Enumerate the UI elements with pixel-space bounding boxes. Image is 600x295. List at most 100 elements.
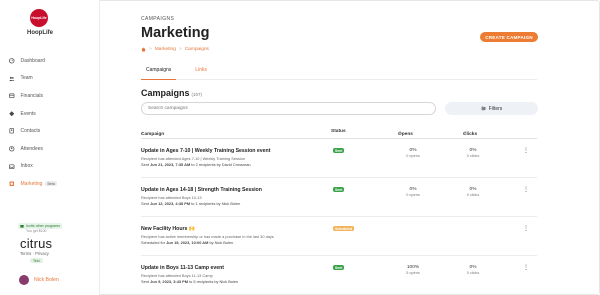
terms-link[interactable]: Terms <box>20 251 31 256</box>
invite-label: Invite other programs <box>26 224 60 228</box>
campaign-recipients: Recipient has attended Boys 11-13 Camp <box>141 273 213 278</box>
campaign-sent-info: Sent Jun 12, 2023, 4:38 PM to 1 recipien… <box>141 201 240 206</box>
sidebar-item-label: Team <box>20 75 33 82</box>
sort-icon: ⇕ <box>463 132 468 137</box>
table-row[interactable]: Update in Ages 7-10 | Weekly Training Se… <box>141 139 537 178</box>
more-options-icon[interactable]: ⋮ <box>523 264 529 271</box>
sent-rest: to 1 recipients by Nick Bolen <box>191 201 241 206</box>
team-icon <box>9 76 15 82</box>
breadcrumb: > Marketing > Campaigns <box>141 47 209 52</box>
brand-name: HoopLife <box>27 30 53 36</box>
sidebar-item-label: Events <box>20 110 36 117</box>
legal-links: Terms · Privacy <box>20 251 49 256</box>
campaign-recipients: Recipient has attended Ages 7-10 | Weekl… <box>141 156 246 161</box>
clicks-percent: 0% <box>469 148 477 153</box>
inbox-icon <box>9 164 15 170</box>
table-row[interactable]: Update in Boys 11-13 Camp event Recipien… <box>141 256 537 295</box>
sidebar-item-label: Attendees <box>20 145 44 152</box>
search-input[interactable] <box>141 102 436 115</box>
sidebar-item-team[interactable]: Team <box>0 70 100 88</box>
opens-count: 0 opens <box>406 154 420 158</box>
breadcrumb-campaigns[interactable]: Campaigns <box>185 47 209 52</box>
tab-campaigns[interactable]: Campaigns <box>141 63 177 80</box>
more-options-icon[interactable]: ⋮ <box>523 225 529 232</box>
table-row[interactable]: Update in Ages 14-18 | Strength Training… <box>141 178 537 217</box>
sort-icon: ⇕ <box>398 132 403 137</box>
sidebar-item-inbox[interactable]: Inbox <box>0 158 100 176</box>
sent-date: Jun 9, 2023, 3:43 PM <box>150 279 188 284</box>
sidebar-item-label: Inbox <box>20 163 33 170</box>
clicks-count: 0 clicks <box>466 154 480 158</box>
sent-label: Sent <box>141 162 150 167</box>
more-options-icon[interactable]: ⋮ <box>523 147 529 154</box>
campaign-count: (107) <box>191 92 203 97</box>
opens-count: 5 opens <box>406 271 420 275</box>
sidebar-item-label: Financials <box>20 92 44 99</box>
sent-label: Sent <box>141 201 150 206</box>
column-status[interactable]: Status <box>331 129 346 134</box>
sidebar-item-dashboard[interactable]: Dashboard <box>0 52 100 70</box>
sent-date: Jun 12, 2023, 4:38 PM <box>150 201 191 206</box>
privacy-link[interactable]: Privacy <box>35 251 49 256</box>
test-mode-badge: Test <box>30 258 43 263</box>
sidebar-item-financials[interactable]: Financials <box>0 87 100 105</box>
breadcrumb-separator: > <box>178 47 182 52</box>
tab-bar: Campaigns Links <box>141 63 537 80</box>
sent-rest: by Nick Bolen <box>209 240 234 245</box>
sidebar-item-contacts[interactable]: Contacts <box>0 122 100 140</box>
sidebar-item-label: Dashboard <box>20 57 45 64</box>
sent-label: Scheduled for <box>141 240 166 245</box>
dashboard-icon <box>9 58 15 64</box>
sidebar-item-attendees[interactable]: Attendees <box>0 140 100 158</box>
tab-links[interactable]: Links <box>190 63 212 80</box>
user-name: Nick Bolen <box>34 277 59 283</box>
contacts-icon <box>9 128 15 134</box>
events-icon <box>9 111 15 117</box>
marketing-icon <box>9 181 15 187</box>
create-campaign-button[interactable]: CREATE CAMPAIGN <box>480 32 538 42</box>
campaign-name[interactable]: Update in Ages 14-18 | Strength Training… <box>141 187 262 193</box>
campaign-recipients: Recipient has active membership or has m… <box>141 234 274 239</box>
sidebar-item-label: Marketing <box>20 180 43 187</box>
filters-button[interactable]: Filters <box>445 102 538 115</box>
opens-percent: 0% <box>409 187 417 192</box>
campaign-name[interactable]: Update in Boys 11-13 Camp event <box>141 265 224 271</box>
campaign-recipients: Recipient has attended Boys 10-13 <box>141 195 202 200</box>
user-menu[interactable]: Nick Bolen <box>19 275 59 285</box>
sort-asc-icon: ↑ <box>141 132 144 137</box>
campaign-name[interactable]: Update in Ages 7-10 | Weekly Training Se… <box>141 148 270 154</box>
campaign-name[interactable]: New Facility Hours 🙌 <box>141 226 195 232</box>
sent-date: Jun 19, 2023, 10:00 AM <box>166 240 209 245</box>
opens-percent: 100% <box>406 265 420 270</box>
table-row[interactable]: New Facility Hours 🙌 Recipient has activ… <box>141 217 537 256</box>
filter-icon <box>481 106 486 111</box>
main-content: CAMPAIGNS Marketing > Marketing > Campai… <box>101 0 599 295</box>
opens-percent: 0% <box>409 148 417 153</box>
campaign-sent-info: Scheduled for Jun 19, 2023, 10:00 AM by … <box>141 240 233 245</box>
home-icon[interactable] <box>141 47 146 52</box>
column-campaign-label: Campaign <box>141 132 165 137</box>
sidebar-item-marketing[interactable]: Marketing Beta <box>0 175 100 193</box>
clicks-count: 0 clicks <box>466 193 480 197</box>
table-header: Campaign ↑ Status Opens ⇕ Clicks ⇕ <box>141 126 537 139</box>
campaign-sent-info: Sent Jun 9, 2023, 3:43 PM to 5 recipient… <box>141 279 238 284</box>
legal-separator: · <box>32 251 34 256</box>
beta-badge: Beta <box>45 181 57 187</box>
app-logo[interactable]: HoopLife <box>30 9 48 27</box>
sidebar: HoopLife HoopLife Dashboard Team Financi… <box>0 0 100 295</box>
page-title: Marketing <box>141 25 210 41</box>
page-eyebrow: CAMPAIGNS <box>141 16 175 22</box>
clicks-count: 0 clicks <box>466 271 480 275</box>
sidebar-item-events[interactable]: Events <box>0 105 100 123</box>
avatar <box>19 275 29 285</box>
clicks-percent: 0% <box>469 265 477 270</box>
more-options-icon[interactable]: ⋮ <box>523 186 529 193</box>
financials-icon <box>9 93 15 99</box>
gift-icon <box>20 225 24 228</box>
logo-text: HoopLife <box>31 16 47 20</box>
breadcrumb-marketing[interactable]: Marketing <box>155 47 176 52</box>
clicks-percent: 0% <box>469 187 477 192</box>
attendees-icon <box>9 146 15 152</box>
status-badge: Sent <box>333 148 345 153</box>
sent-date: Jun 21, 2023, 7:35 AM <box>150 162 191 167</box>
